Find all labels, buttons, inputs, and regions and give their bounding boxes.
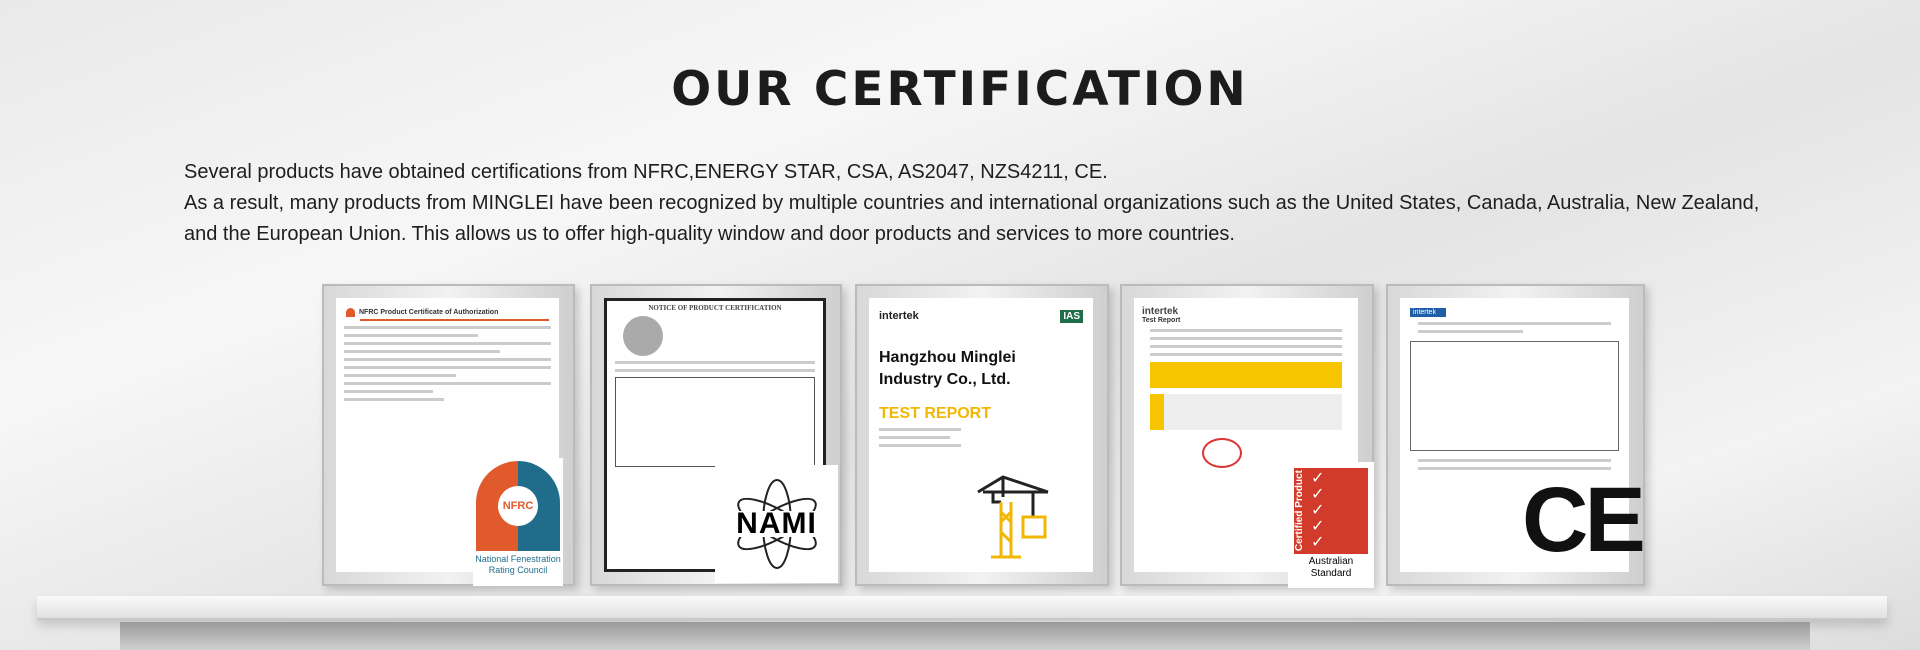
intertek-logo: intertek [1142,306,1179,317]
australian-standard-badge: Certified Product ✓ ✓ ✓ ✓ ✓ Australian Standa… [1288,462,1374,588]
australian-standard-caption: Australian Standard [1308,556,1354,579]
red-stamp-icon [1202,438,1242,468]
ias-logo: IAS [1060,310,1083,323]
intro-line-1: Several products have obtained certifica… [184,161,1108,183]
shelf-shadow [120,622,1810,650]
intertek-logo: intertek [879,310,919,322]
nfrc-mini-logo-icon [346,308,355,317]
display-shelf [37,596,1887,620]
nami-badge: NAMI [715,465,838,583]
nami-seal-icon [623,316,663,356]
ce-mark: CE [1522,469,1646,571]
intertek-logo: intertek [1410,308,1446,317]
certificate-heading: Test Report [1142,317,1181,324]
intro-line-2: As a result, many products from MINGLEI … [184,192,1760,245]
certificate-heading: NOTICE OF PRODUCT CERTIFICATION [648,304,782,312]
certificate-heading: NFRC Product Certificate of Authorizatio… [359,309,499,316]
intro-text: Several products have obtained certifica… [184,157,1784,250]
nfrc-badge-caption: National Fenestration Rating Council [475,554,561,575]
nfrc-badge: NFRC National Fenestration Rating Counci… [473,458,563,586]
page-title: OUR CERTIFICATION [671,62,1249,117]
nfrc-badge-text: NFRC [498,486,538,526]
company-name: Hangzhou Minglei Industry Co., Ltd. [879,349,1016,388]
crane-icon [977,475,1049,559]
certificate-frame-intertek-cover: intertek IAS Hangzhou Minglei Industry Co… [855,284,1109,586]
test-report-label: TEST REPORT [879,405,992,422]
nami-badge-text: NAMI [736,507,817,540]
certified-product-text: Certified Product [1294,470,1305,552]
